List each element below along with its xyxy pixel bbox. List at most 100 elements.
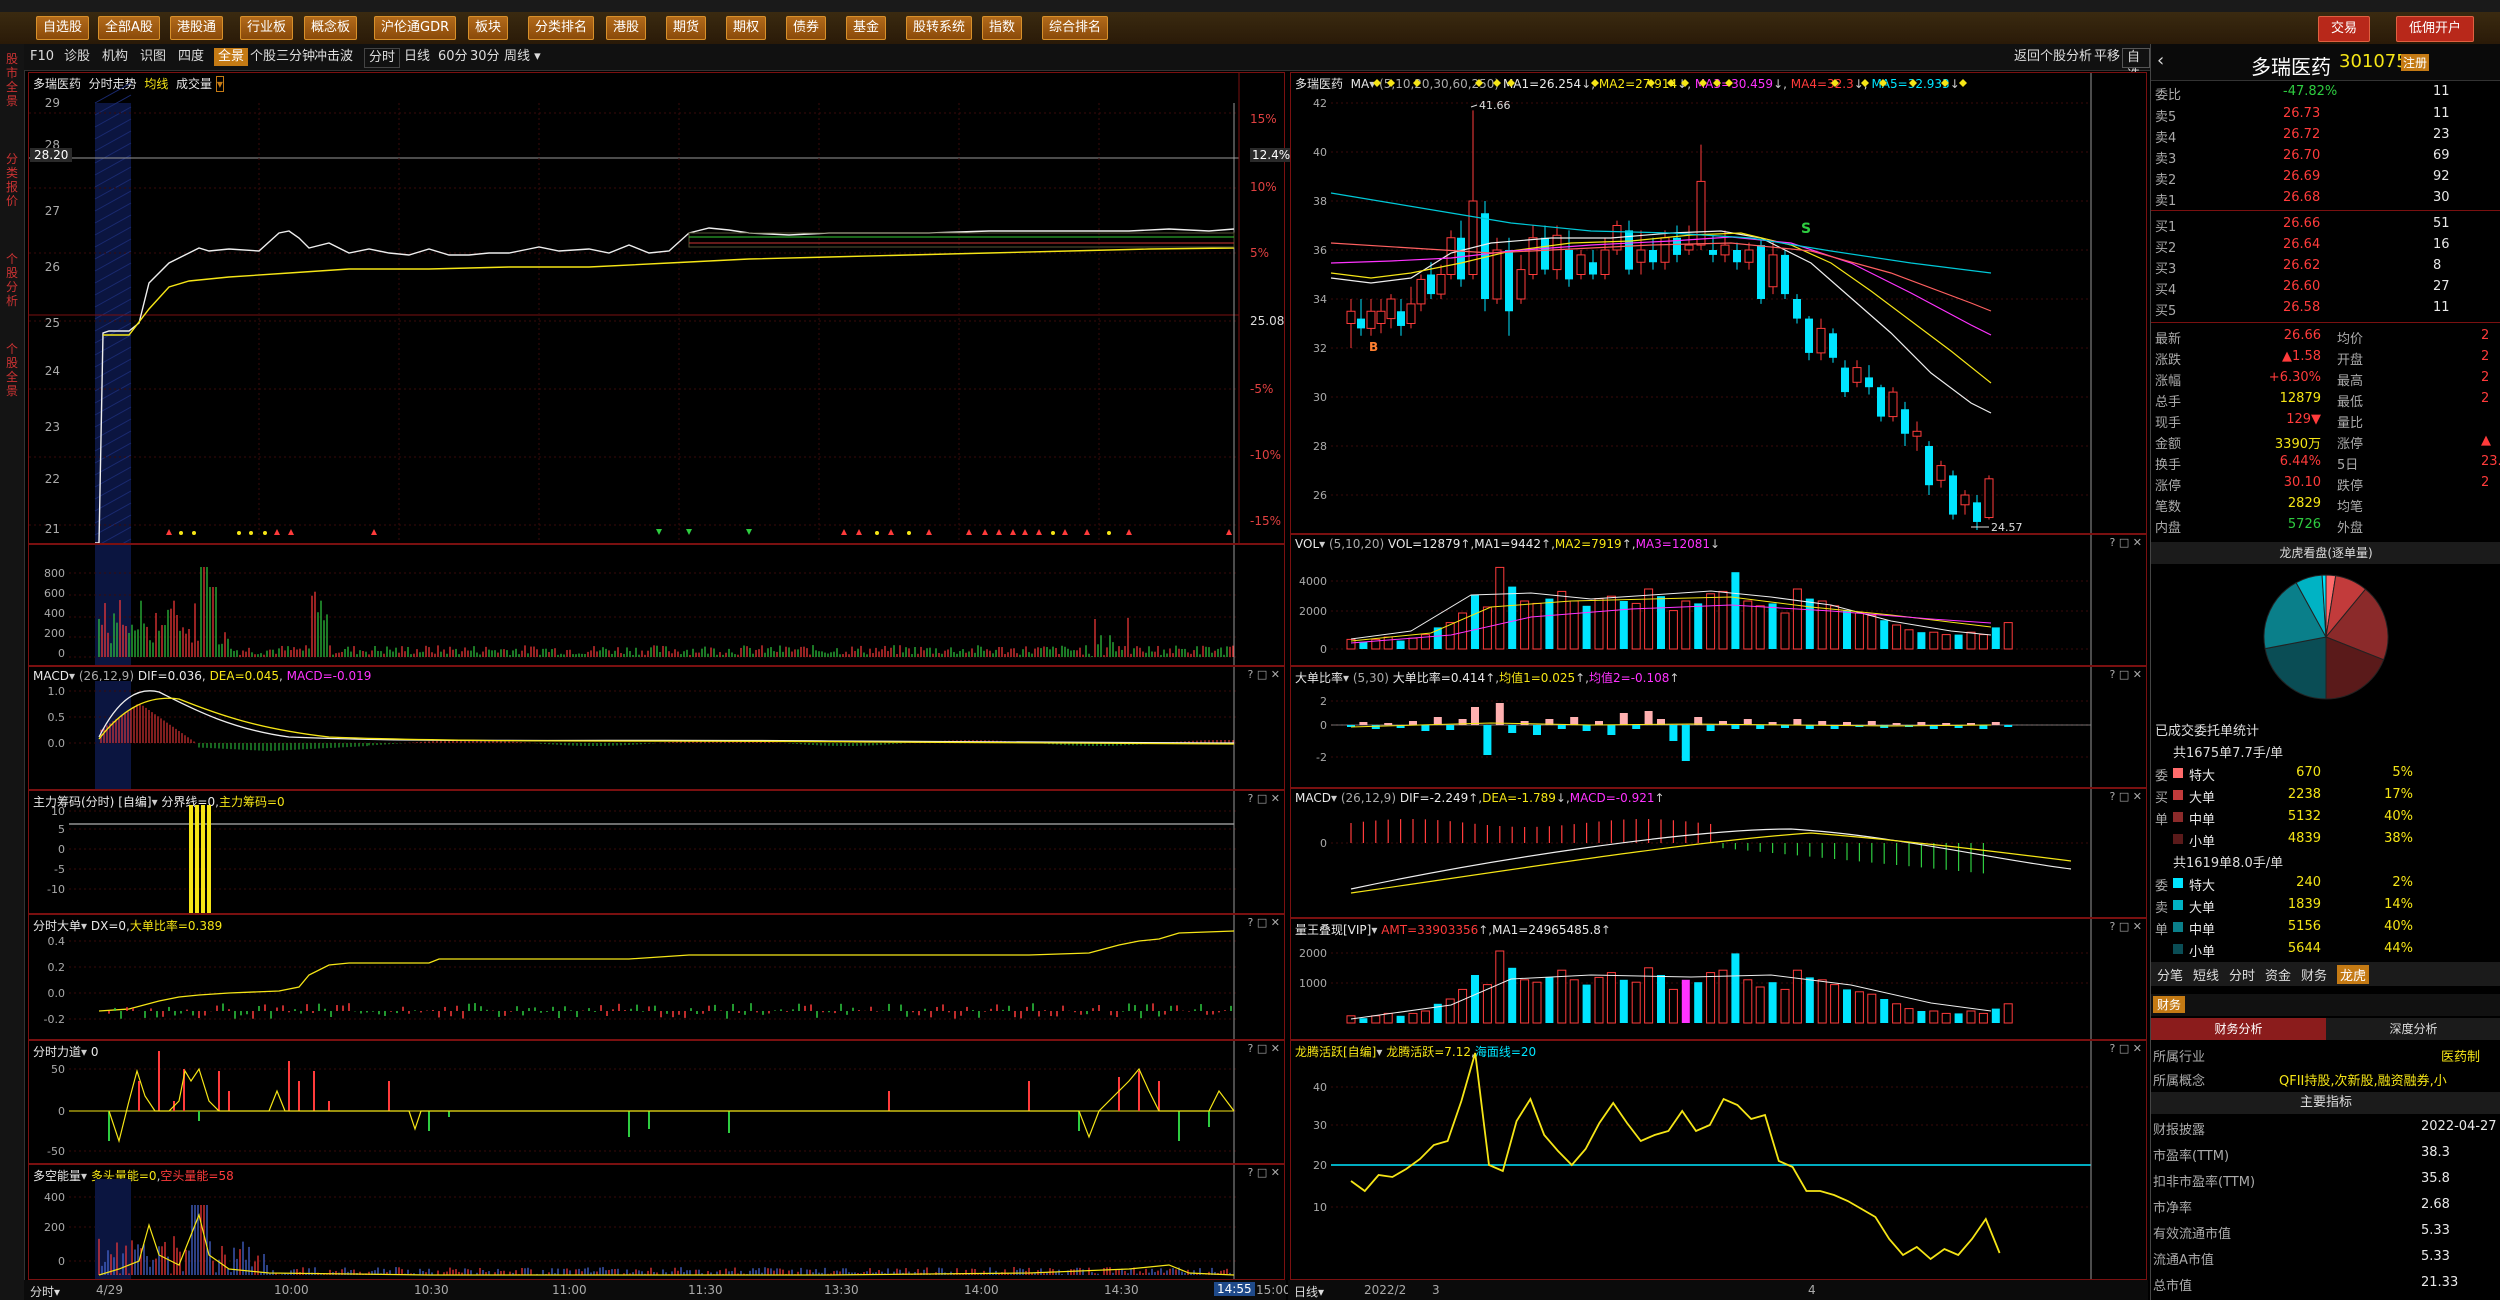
finance-analysis-tab[interactable]: 财务分析 [2151,1018,2326,1040]
y-axis-label: 23 [44,420,60,434]
buy-signal: B [1369,340,1378,354]
trade-button[interactable]: 交易 [2318,16,2371,42]
finance-tab-bar: 财务 [2151,994,2500,1016]
order-pct: 14% [2384,897,2413,912]
finance-value: 2022-04-27 [2421,1119,2497,1134]
stat-label: 金额 [2155,437,2182,452]
signal-marker [263,531,267,535]
stat-row: 涨跌 ▲1.58 开盘 2 [2151,347,2500,368]
view-switch-bar: F10 诊股 机构 识图 四度 全景 个股三分钟 冲击波 分时 日线 60分 3… [24,44,2150,101]
left-rail: 股市全景 分类报价 个股分析 个股全景 [0,44,25,1300]
signal-marker [237,531,241,535]
pan-button[interactable]: 平移 [2094,48,2120,66]
intraday-tab[interactable]: 分时 [364,48,401,68]
y-axis-label: 21 [44,522,60,536]
intraday-force-pane: 分时力道▾ 0 ? □ ✕ 50 0 -50 [28,1040,1285,1164]
rail-tab-stock-overview[interactable]: 个股全景 [2,342,22,398]
min30-tab[interactable]: 30分 [470,48,500,66]
low-label: 24.57 [1991,521,2023,533]
toolbar-button-14[interactable]: 指数 [982,16,1023,40]
toolbar-button-7[interactable]: 分类排名 [528,16,595,40]
rail-tab-market-overview[interactable]: 股市全景 [2,52,22,108]
rail-tab-category-quote[interactable]: 分类报价 [2,152,22,208]
toolbar-button-3[interactable]: 行业板 [240,16,294,40]
stat-row: 最新 26.66 均价 2 [2151,326,2500,347]
signal-marker [192,531,196,535]
detail-tab-0[interactable]: 分笔 [2157,965,2183,984]
bid-volume: 11 [2433,300,2450,315]
finance-value: 2.68 [2421,1197,2450,1212]
ask-row: 卖4 26.72 23 [2151,125,2500,146]
toolbar-button-5[interactable]: 沪伦通GDR [374,16,457,40]
x-axis-mode[interactable]: 分时▾ [30,1283,60,1300]
y-axis-label: 0 [58,843,65,856]
signal-diamond [1879,79,1887,87]
finance-label: 总市值 [2153,1279,2193,1294]
detail-tab-5[interactable]: 龙虎 [2337,965,2370,984]
signal-diamond [1647,79,1655,87]
toolbar-button-9[interactable]: 期货 [666,16,707,40]
diagnose-link[interactable]: 诊股 [64,48,90,66]
buy-row: 单 中单 5132 40% [2151,806,2500,828]
toolbar-button-11[interactable]: 债券 [786,16,827,40]
ask-label: 卖2 [2155,173,2177,188]
f10-link[interactable]: F10 [30,48,54,66]
daily-big-order-pane: 大单比率▾ (5,30) 大单比率=0.414↑,均值1=0.025↑,均值2=… [1290,666,2147,788]
toolbar-button-8[interactable]: 港股 [606,16,647,40]
side-label: 买 [2155,791,2169,806]
back-to-analysis-link[interactable]: 返回个股分析 [2014,48,2092,66]
dragon-active-chart: 40 30 20 10 [1313,1041,2092,1279]
high-label: 41.66 [1479,99,1511,112]
y-axis-label: 0 [58,647,65,660]
detail-tab-2[interactable]: 分时 [2229,965,2255,984]
bid-row: 买4 26.60 27 [2151,277,2500,298]
toolbar-button-13[interactable]: 股转系统 [906,16,973,40]
y-axis-label: 0.2 [48,961,66,974]
rail-tab-stock-analysis[interactable]: 个股分析 [2,252,22,308]
toolbar-button-15[interactable]: 综合排名 [1042,16,1109,40]
toolbar-button-12[interactable]: 基金 [846,16,887,40]
detail-tab-4[interactable]: 财务 [2301,965,2327,984]
toolbar-button-2[interactable]: 港股通 [170,16,224,40]
bid-volume: 27 [2433,279,2450,294]
toolbar-button-1[interactable]: 全部A股 [98,16,160,40]
watchlist-dropdown[interactable]: 自选 ▾ [2122,48,2150,101]
daily-x-mode[interactable]: 日线▾ [1294,1283,1324,1300]
back-arrow-icon[interactable]: ‹ [2157,50,2164,71]
y-axis-label: 50 [51,1063,65,1076]
toolbar-button-10[interactable]: 期权 [726,16,767,40]
stat-label: 现手 [2155,416,2182,431]
sell-total: 共1619单8.0手/单 [2173,856,2284,871]
daily-tab[interactable]: 日线 [404,48,430,66]
detail-tab-3[interactable]: 资金 [2265,965,2291,984]
min60-tab[interactable]: 60分 [438,48,468,66]
daily-macd-pane: MACD▾ (26,12,9) DIF=-2.249↑,DEA=-1.789↓,… [1290,788,2147,918]
detail-tab-1[interactable]: 短线 [2193,965,2219,984]
legend-swatch [2173,768,2183,778]
finance-tab[interactable]: 财务 [2153,996,2186,1013]
ask-volume: 69 [2433,148,2450,163]
order-count: 2238 [2287,787,2321,802]
signal-marker [982,529,988,535]
y-axis-label: 1.0 [48,685,66,698]
stat-row: 涨幅 +6.30% 最高 2 [2151,368,2500,389]
pattern-link[interactable]: 识图 [140,48,166,66]
order-pct: 2% [2392,875,2413,890]
signal-marker [1107,531,1111,535]
four-degree-link[interactable]: 四度 [178,48,204,66]
ask-volume: 30 [2433,190,2450,205]
bid-label: 买3 [2155,262,2177,277]
toolbar-button-0[interactable]: 自选股 [36,16,90,40]
bid-row: 买2 26.64 16 [2151,235,2500,256]
toolbar-button-4[interactable]: 概念板 [304,16,358,40]
toolbar-button-6[interactable]: 板块 [468,16,509,40]
impact-wave-link[interactable]: 冲击波 [314,48,353,66]
three-minute-link[interactable]: 个股三分钟 [250,48,315,66]
weekly-tab[interactable]: 周线 ▾ [504,48,541,66]
deep-analysis-tab[interactable]: 深度分析 [2326,1018,2500,1040]
order-count: 670 [2296,765,2321,780]
open-account-button[interactable]: 低佣开户 [2396,16,2475,42]
overview-tab-active[interactable]: 全景 [214,48,249,66]
institution-link[interactable]: 机构 [102,48,128,66]
y-axis-label: 10 [1313,1201,1327,1214]
